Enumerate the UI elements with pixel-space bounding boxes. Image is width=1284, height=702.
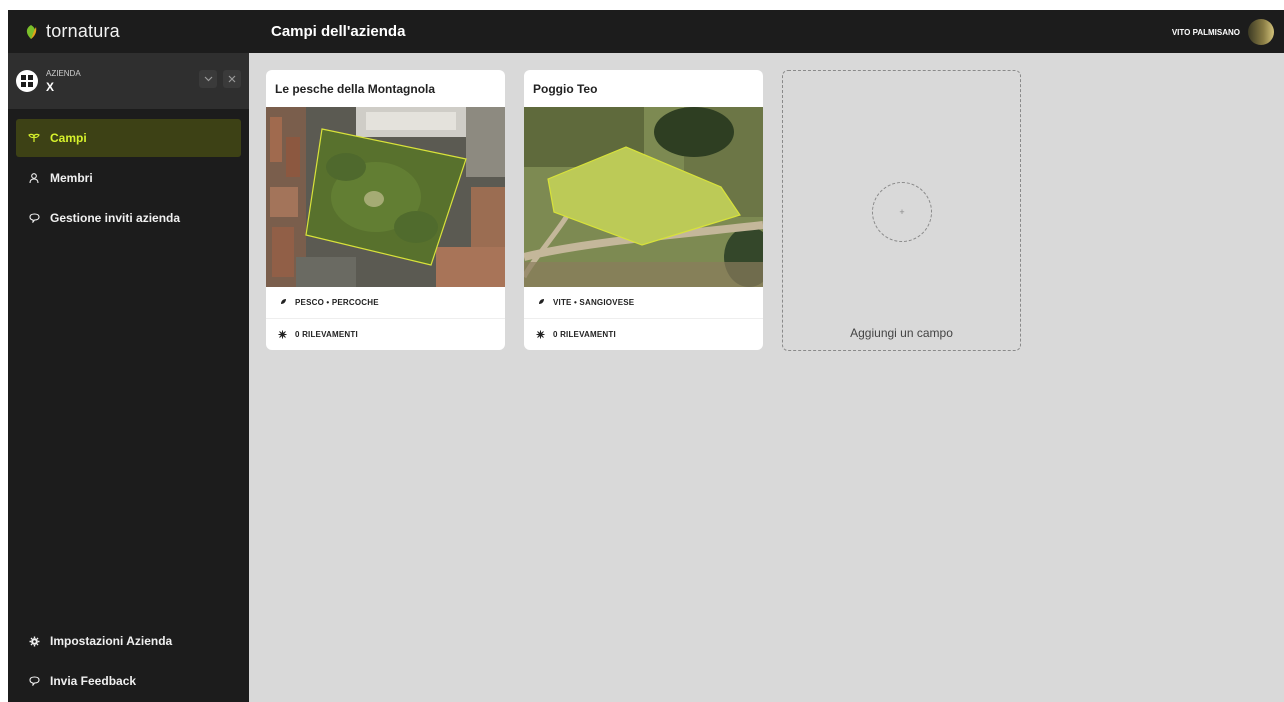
user-name: VITO PALMISANO — [1171, 27, 1240, 37]
field-card-poggio-teo[interactable]: Poggio Teo VITE • SANGIOVESE 0 RILEVAMEN… — [524, 70, 763, 350]
leaf-pen-icon — [537, 299, 544, 306]
close-icon — [228, 75, 236, 83]
add-field-card[interactable]: + Aggiungi un campo — [782, 70, 1021, 351]
field-crop: VITE • SANGIOVESE — [553, 298, 635, 307]
org-switcher[interactable]: AZIENDA X — [8, 53, 249, 109]
org-label: AZIENDA — [46, 68, 81, 78]
org-name: X — [46, 79, 55, 94]
sidebar: tornatura AZIENDA X Campi Membri Gestion… — [8, 10, 249, 702]
field-surveys-row: 0 RILEVAMENTI — [266, 318, 505, 349]
sidebar-item-label: Gestione inviti azienda — [50, 211, 181, 225]
org-expand-button[interactable] — [199, 70, 217, 88]
brand-name: tornatura — [46, 21, 120, 41]
org-actions — [199, 70, 241, 88]
leaf-pen-icon — [279, 299, 286, 306]
add-field-button[interactable]: + — [872, 182, 932, 242]
field-crop-row: VITE • SANGIOVESE — [524, 287, 763, 318]
sidebar-item-impostazioni[interactable]: Impostazioni Azienda — [16, 622, 241, 660]
sidebar-item-gestione-inviti[interactable]: Gestione inviti azienda — [16, 199, 241, 237]
gear-icon — [28, 636, 40, 647]
sidebar-item-invia-feedback[interactable]: Invia Feedback — [16, 662, 241, 700]
sidebar-item-membri[interactable]: Membri — [16, 159, 241, 197]
chat-bubble-icon — [28, 676, 40, 686]
field-surveys: 0 RILEVAMENTI — [295, 329, 358, 339]
bug-icon — [278, 330, 287, 338]
user-menu[interactable]: VITO PALMISANO — [1172, 19, 1274, 45]
sidebar-item-label: Campi — [50, 131, 87, 145]
org-text: AZIENDA X — [46, 69, 81, 94]
sidebar-item-label: Invia Feedback — [50, 674, 137, 688]
sidebar-item-label: Membri — [50, 171, 93, 185]
top-bar: Campi dell'azienda VITO PALMISANO — [249, 10, 1284, 53]
sprout-icon — [28, 133, 40, 143]
leaf-logo-icon — [26, 24, 37, 39]
field-card-title: Le pesche della Montagnola — [275, 81, 436, 96]
user-icon — [28, 172, 40, 184]
sidebar-item-label: Impostazioni Azienda — [50, 634, 173, 648]
field-satellite-map — [524, 107, 763, 287]
org-close-button[interactable] — [223, 70, 241, 88]
app-frame: tornatura AZIENDA X Campi Membri Gestion… — [8, 10, 1284, 702]
org-avatar — [16, 70, 38, 92]
field-surveys: 0 RILEVAMENTI — [553, 329, 616, 339]
field-card-montagnola[interactable]: Le pesche della Montagnola PESCO • PERCO… — [266, 70, 505, 350]
sidebar-item-campi[interactable]: Campi — [16, 119, 241, 157]
avatar — [1248, 19, 1274, 45]
add-field-label: Aggiungi un campo — [850, 326, 953, 340]
plus-icon: + — [899, 207, 905, 217]
sidebar-bottom-nav: Impostazioni Azienda Invia Feedback — [16, 622, 241, 702]
page-title: Campi dell'azienda — [271, 23, 406, 40]
chevron-down-icon — [204, 76, 212, 82]
sidebar-nav: Campi Membri Gestione inviti azienda — [8, 119, 249, 237]
field-crop-row: PESCO • PERCOCHE — [266, 287, 505, 318]
field-card-title: Poggio Teo — [533, 81, 598, 96]
chat-bubble-icon — [28, 213, 40, 223]
field-surveys-row: 0 RILEVAMENTI — [524, 318, 763, 349]
field-satellite-map — [266, 107, 505, 287]
bug-icon — [536, 330, 545, 338]
org-logo-icon — [21, 75, 33, 87]
brand[interactable]: tornatura — [8, 10, 249, 53]
field-crop: PESCO • PERCOCHE — [295, 298, 379, 307]
